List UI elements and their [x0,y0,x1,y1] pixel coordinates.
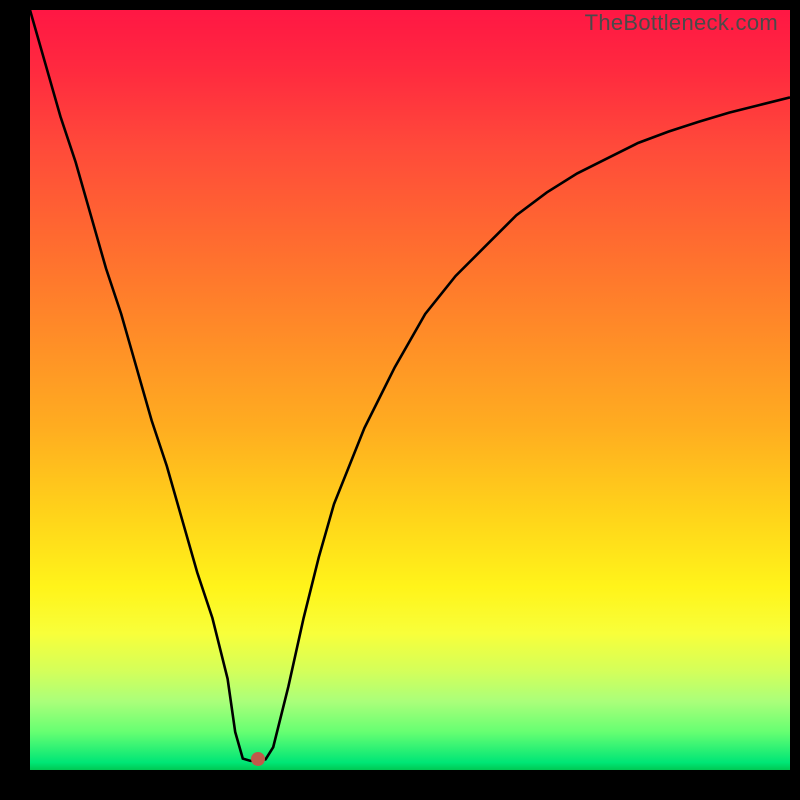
plot-area: TheBottleneck.com [30,10,790,770]
optimal-point-marker [251,752,265,766]
curve-path [30,10,790,761]
chart-frame: TheBottleneck.com [0,0,800,800]
bottleneck-curve [30,10,790,770]
